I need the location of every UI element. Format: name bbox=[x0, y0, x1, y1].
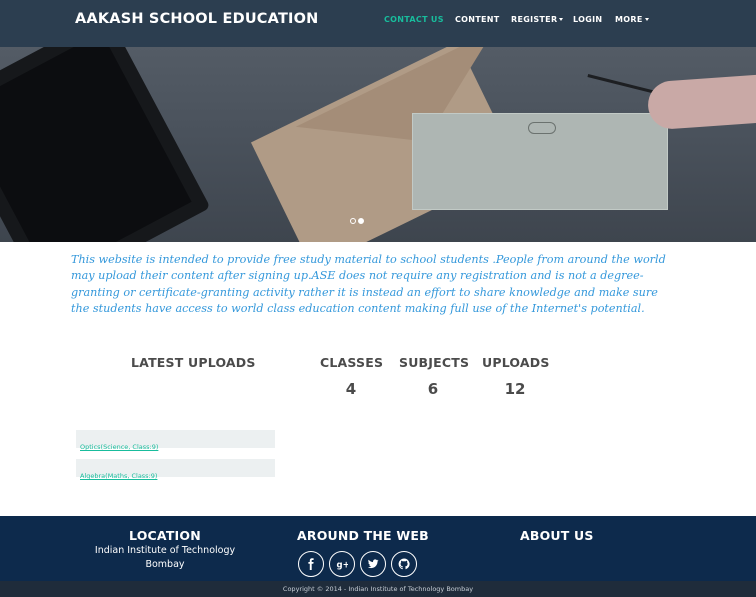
carousel-indicators bbox=[350, 218, 364, 224]
nav-register-label: REGISTER bbox=[511, 15, 558, 24]
nav-login[interactable]: LOGIN bbox=[573, 15, 602, 24]
list-item: Optics(Science, Class:9) bbox=[76, 430, 275, 451]
nav-register[interactable]: REGISTER bbox=[511, 15, 564, 24]
upload-link[interactable]: Optics(Science, Class:9) bbox=[80, 443, 158, 451]
about-us-title: ABOUT US bbox=[520, 528, 594, 543]
nav-more[interactable]: MORE bbox=[615, 15, 649, 24]
carousel-indicator-2[interactable] bbox=[358, 218, 364, 224]
classes-heading: CLASSES bbox=[320, 355, 384, 370]
subjects-heading: SUBJECTS bbox=[399, 355, 470, 370]
chevron-down-icon bbox=[644, 18, 649, 21]
upload-link[interactable]: Algebra(Maths, Class:9) bbox=[80, 472, 157, 480]
intro-text: This website is intended to provide free… bbox=[71, 253, 666, 316]
facebook-icon[interactable] bbox=[298, 551, 324, 577]
hand-illustration bbox=[646, 73, 756, 131]
carousel-indicator-1[interactable] bbox=[350, 218, 356, 224]
brand-title[interactable]: AAKASH SCHOOL EDUCATION bbox=[75, 11, 319, 27]
footer: LOCATION Indian Institute of Technology … bbox=[0, 516, 756, 581]
subjects-count: 6 bbox=[427, 380, 439, 398]
nav-more-label: MORE bbox=[615, 15, 643, 24]
google-plus-icon[interactable]: g+ bbox=[329, 551, 355, 577]
list-item: Algebra(Maths, Class:9) bbox=[76, 459, 275, 480]
uploads-heading: UPLOADS bbox=[482, 355, 550, 370]
card-illustration bbox=[412, 113, 668, 210]
copyright-bar: Copyright © 2014 - Indian Institute of T… bbox=[0, 581, 756, 597]
location-title: LOCATION bbox=[129, 528, 201, 543]
svg-text:g+: g+ bbox=[337, 561, 349, 571]
uploads-count: 12 bbox=[504, 380, 526, 398]
laptop-illustration bbox=[0, 13, 211, 242]
nav-content[interactable]: CONTENT bbox=[455, 15, 500, 24]
github-icon[interactable] bbox=[391, 551, 417, 577]
location-line-1: Indian Institute of Technology bbox=[94, 545, 236, 556]
nav-contact-us[interactable]: CONTACT US bbox=[384, 15, 444, 24]
classes-count: 4 bbox=[345, 380, 357, 398]
twitter-icon[interactable] bbox=[360, 551, 386, 577]
location-line-2: Bombay bbox=[145, 559, 185, 570]
around-the-web-title: AROUND THE WEB bbox=[297, 528, 429, 543]
navbar: AAKASH SCHOOL EDUCATION CONTACT US CONTE… bbox=[0, 0, 756, 47]
chevron-down-icon bbox=[559, 18, 564, 21]
latest-uploads-heading: LATEST UPLOADS bbox=[131, 355, 256, 370]
